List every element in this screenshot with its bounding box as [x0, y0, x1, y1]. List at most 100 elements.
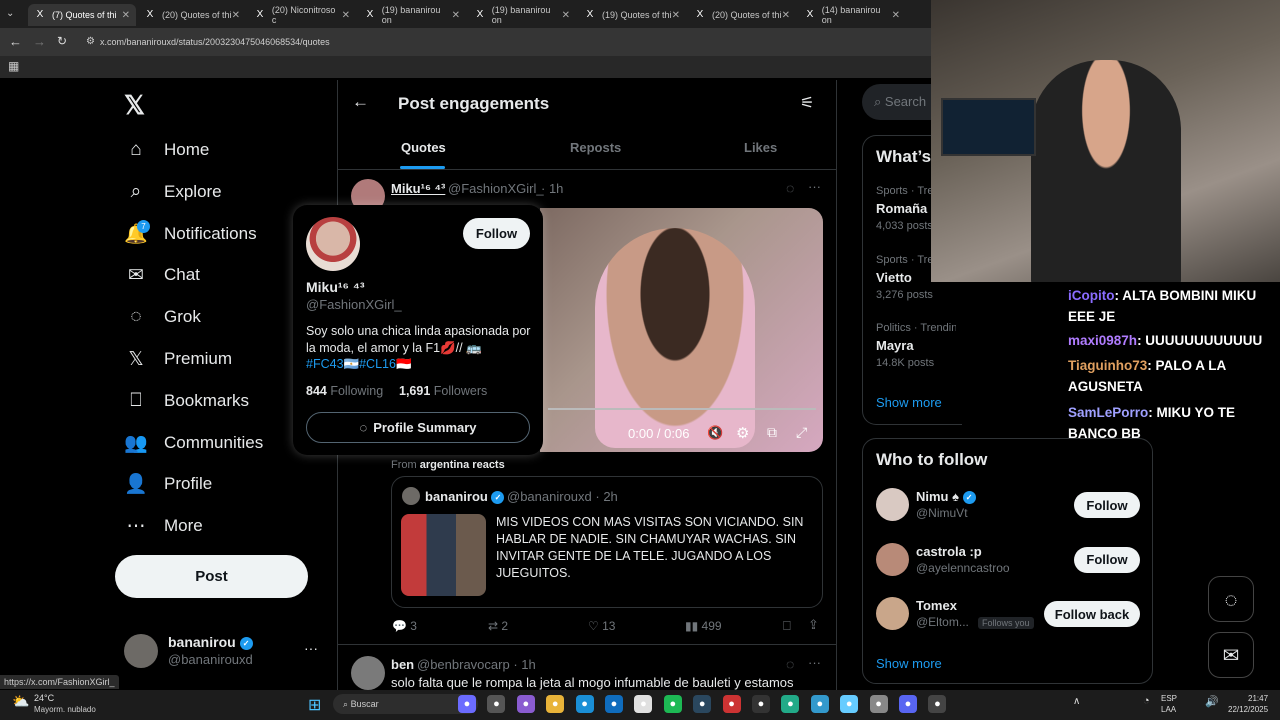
- tab-list-icon[interactable]: ⌄: [6, 8, 14, 19]
- taskbar-app-icon[interactable]: ●: [693, 695, 712, 713]
- clock-date[interactable]: 22/12/2025: [1228, 705, 1268, 714]
- views-button[interactable]: ▮▮ 499: [685, 619, 722, 633]
- video-progress[interactable]: [548, 408, 816, 410]
- suggested-name[interactable]: Nimu ♠ ✓: [916, 489, 976, 505]
- from-source[interactable]: argentina reacts: [420, 459, 505, 471]
- account-avatar[interactable]: [124, 634, 158, 668]
- browser-tab[interactable]: X (14) bananirou on ✕: [798, 4, 906, 26]
- taskbar-app-icon[interactable]: ●: [458, 695, 476, 713]
- taskbar-search[interactable]: ⌕ Buscar: [333, 694, 478, 714]
- hovercard-name[interactable]: Miku¹⁶ ⁴³: [306, 279, 364, 295]
- lang-1[interactable]: ESP: [1161, 694, 1177, 703]
- share-icon[interactable]: ⇪: [808, 617, 819, 633]
- hovercard-tag[interactable]: #FC43: [306, 357, 344, 371]
- post-button[interactable]: Post: [115, 555, 308, 598]
- taskbar-app-icon[interactable]: ●: [752, 695, 770, 713]
- tab-quotes[interactable]: Quotes: [401, 140, 446, 155]
- hovercard-followers[interactable]: 1,691 Followers: [399, 384, 487, 398]
- pip-icon[interactable]: ⧉: [767, 424, 777, 441]
- taskbar-app-icon[interactable]: ●: [575, 695, 594, 713]
- hovercard-avatar[interactable]: [306, 217, 360, 271]
- weather-icon[interactable]: ⛅: [12, 693, 29, 710]
- taskbar-app-icon[interactable]: ●: [840, 695, 859, 713]
- tab-reposts[interactable]: Reposts: [570, 140, 621, 155]
- hovercard-tag[interactable]: #CL16: [359, 357, 396, 371]
- close-tab-icon[interactable]: ✕: [892, 10, 900, 21]
- start-icon[interactable]: ⊞: [308, 695, 321, 715]
- grok-icon[interactable]: ◌: [786, 180, 794, 196]
- taskbar-app-icon[interactable]: ●: [899, 695, 917, 713]
- suggested-follow-button[interactable]: Follow: [1074, 492, 1140, 518]
- hovercard-follow-button[interactable]: Follow: [463, 218, 530, 249]
- taskbar-app-icon[interactable]: ●: [663, 695, 682, 713]
- bookmark-icon[interactable]: ⎕: [783, 618, 791, 634]
- repost-button[interactable]: ⇄ 2: [488, 619, 508, 633]
- suggested-name[interactable]: castrola :p: [916, 544, 982, 559]
- nav-home[interactable]: ⌂ Home: [124, 132, 209, 168]
- site-info-icon[interactable]: ⚙: [86, 36, 95, 47]
- nav-more[interactable]: ⋯ More: [124, 508, 203, 544]
- taskbar-app-icon[interactable]: ●: [869, 695, 888, 713]
- suggested-avatar[interactable]: [876, 542, 909, 576]
- url-field[interactable]: x.com/bananirouxd/status/200323047504606…: [100, 37, 330, 47]
- browser-tab[interactable]: X (20) Quotes of thi ✕: [688, 4, 796, 26]
- taskbar-app-icon[interactable]: ●: [546, 695, 565, 713]
- taskbar-app-icon[interactable]: ●: [487, 695, 506, 713]
- nav-communities[interactable]: 👥 Communities: [124, 425, 263, 461]
- post2-author-handle[interactable]: @benbravocarp · 1h: [417, 657, 536, 672]
- wifi-icon[interactable]: ◔: [1143, 695, 1150, 707]
- close-tab-icon[interactable]: ✕: [782, 10, 790, 21]
- profile-summary-button[interactable]: ◌ Profile Summary: [306, 412, 530, 443]
- browser-tab[interactable]: X (7) Quotes of thi ✕: [28, 4, 136, 26]
- suggested-avatar[interactable]: [876, 597, 909, 630]
- settings-icon[interactable]: ⚙: [736, 424, 749, 442]
- suggested-avatar[interactable]: [876, 488, 909, 521]
- post2-more-icon[interactable]: ···: [808, 655, 821, 670]
- post-time[interactable]: · 1h: [541, 181, 563, 196]
- apps-icon[interactable]: ▦: [8, 59, 19, 73]
- clock-time[interactable]: 21:47: [1248, 694, 1268, 703]
- nav-bookmarks[interactable]: ⎕ Bookmarks: [124, 383, 249, 419]
- account-more-icon[interactable]: ···: [304, 640, 318, 656]
- post-author-name[interactable]: Miku¹⁶ ⁴³: [391, 181, 445, 196]
- close-tab-icon[interactable]: ✕: [452, 10, 460, 21]
- forward-icon[interactable]: →: [33, 34, 46, 49]
- lang-2[interactable]: LAA: [1161, 705, 1176, 714]
- suggested-follow-button[interactable]: Follow: [1074, 546, 1140, 573]
- post2-author-name[interactable]: ben: [391, 657, 414, 672]
- close-tab-icon[interactable]: ✕: [342, 10, 350, 21]
- browser-tab[interactable]: X (20) Niconitroso c ✕: [248, 4, 356, 26]
- tab-likes[interactable]: Likes: [744, 140, 777, 155]
- taskbar-app-icon[interactable]: ●: [605, 695, 623, 713]
- reply-button[interactable]: 💬 3: [392, 619, 417, 633]
- volume-tray-icon[interactable]: 🔊: [1205, 695, 1219, 708]
- taskbar-app-icon[interactable]: ●: [722, 695, 741, 713]
- video-player[interactable]: [540, 208, 823, 452]
- reload-icon[interactable]: ↻: [57, 34, 67, 48]
- fullscreen-icon[interactable]: ⤢: [796, 424, 807, 441]
- tray-chevron-icon[interactable]: ∧: [1073, 696, 1080, 707]
- post2-avatar[interactable]: [351, 656, 385, 690]
- nav-grok[interactable]: ◌ Grok: [124, 299, 201, 335]
- taskbar-app-icon[interactable]: ●: [516, 695, 535, 713]
- close-tab-icon[interactable]: ✕: [232, 10, 240, 21]
- like-button[interactable]: ♡ 13: [588, 619, 615, 633]
- taskbar-app-icon[interactable]: ●: [781, 695, 800, 713]
- messages-float-button[interactable]: ✉: [1208, 632, 1254, 678]
- nav-explore[interactable]: ⌕ Explore: [124, 174, 222, 210]
- x-logo-icon[interactable]: 𝕏: [124, 90, 145, 121]
- post-more-icon[interactable]: ···: [808, 179, 821, 194]
- account-name[interactable]: bananirou ✓: [168, 634, 253, 650]
- hovercard-handle[interactable]: @FashionXGirl_: [306, 297, 402, 312]
- close-tab-icon[interactable]: ✕: [562, 10, 570, 21]
- taskbar-app-icon[interactable]: ●: [928, 695, 947, 713]
- browser-tab[interactable]: X (19) bananirou on ✕: [468, 4, 576, 26]
- nav-profile[interactable]: 👤 Profile: [124, 466, 212, 502]
- nav-chat[interactable]: ✉ Chat: [124, 257, 200, 293]
- browser-tab[interactable]: X (20) Quotes of thi ✕: [138, 4, 246, 26]
- who-show-more[interactable]: Show more: [876, 656, 942, 671]
- close-tab-icon[interactable]: ✕: [122, 10, 130, 21]
- taskbar-app-icon[interactable]: ●: [634, 695, 653, 713]
- trends-show-more[interactable]: Show more: [876, 395, 942, 410]
- post-author-handle[interactable]: @FashionXGirl_: [448, 181, 544, 196]
